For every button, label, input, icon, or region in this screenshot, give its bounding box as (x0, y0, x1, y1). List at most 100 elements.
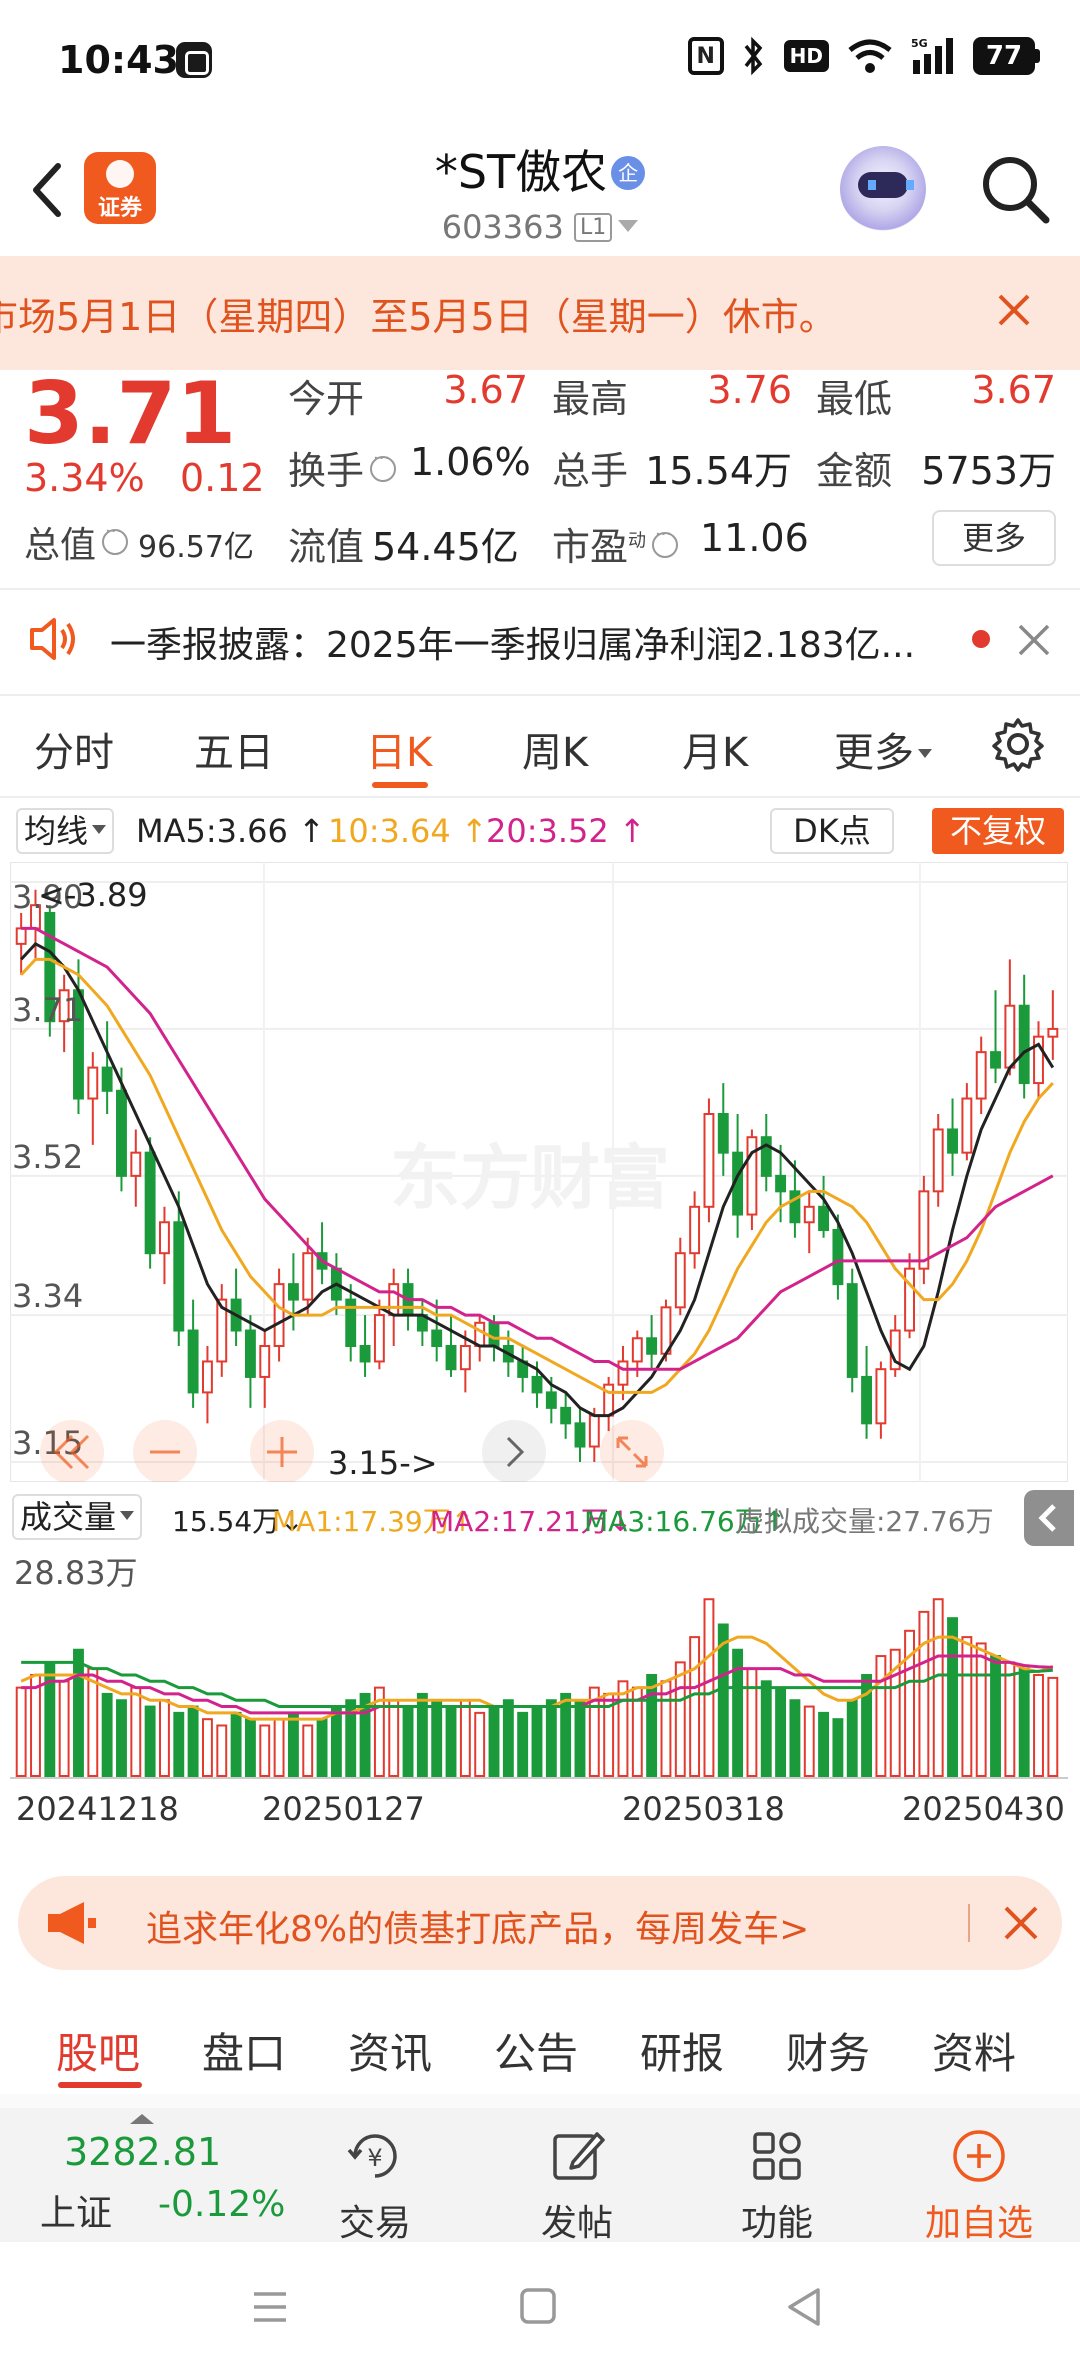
candle-body (244, 1329, 256, 1378)
tab-more[interactable]: 更多 (834, 720, 932, 778)
high-label: 最高 (552, 377, 629, 421)
level-tag: L1 (574, 213, 613, 242)
close-icon[interactable] (1016, 622, 1052, 658)
candle-body (545, 1391, 557, 1409)
volume-bar (201, 1718, 213, 1778)
promo-banner[interactable]: 追求年化8%的债基打底产品，每周发车> (18, 1876, 1062, 1970)
candle-body (187, 1329, 199, 1394)
volume-bar (15, 1686, 27, 1777)
chevron-down-icon (92, 825, 107, 834)
add-watchlist-button[interactable]: 加自选 (904, 2108, 1054, 2244)
close-icon[interactable] (994, 290, 1034, 330)
fullscreen-button[interactable] (600, 1420, 664, 1482)
trade-button[interactable]: ¥ 交易 (300, 2108, 450, 2244)
close-icon[interactable] (1002, 1904, 1040, 1942)
volume-bar (531, 1705, 543, 1777)
candle-body (302, 1252, 314, 1301)
volume-indicator-select[interactable]: 成交量 (12, 1494, 143, 1540)
status-bar: 10:43 N HD 5G 77 (0, 0, 1080, 120)
pe-label[interactable]: 市盈动 (552, 516, 679, 571)
announcement-bar[interactable]: 一季报披露：2025年一季报归属净利润2.183亿... (0, 590, 1080, 690)
volume-bar (330, 1705, 342, 1777)
tab-intraday[interactable]: 分时 (34, 720, 114, 778)
nfc-icon: N (687, 36, 724, 76)
candle-body (631, 1337, 643, 1363)
candle-body (560, 1406, 572, 1425)
candle-body (775, 1174, 787, 1193)
tab-order-book[interactable]: 盘口 (202, 2020, 286, 2081)
candle-body (588, 1414, 600, 1448)
volume-bar (101, 1692, 113, 1777)
volume-bar (502, 1699, 514, 1777)
index-value: 3282.81 (64, 2130, 222, 2174)
volume-bar (302, 1724, 314, 1778)
home-icon[interactable] (518, 2286, 558, 2326)
chevron-down-icon (918, 749, 932, 758)
watermark: 东方财富 (390, 1137, 670, 1219)
zoom-in-button[interactable] (250, 1420, 314, 1482)
add-circle-icon (953, 2130, 1005, 2182)
divider (968, 1904, 970, 1942)
dk-point-button[interactable]: DK点 (770, 808, 894, 854)
divider (0, 796, 1080, 798)
tab-five-day[interactable]: 五日 (194, 720, 274, 778)
scroll-left-button[interactable] (40, 1420, 104, 1482)
indicator-select[interactable]: 均线 (16, 808, 115, 854)
wifi-icon (847, 36, 893, 76)
volume-bar (216, 1724, 228, 1778)
volume-bar (818, 1711, 830, 1777)
candle-body (101, 1066, 113, 1092)
volume-bar (545, 1699, 557, 1777)
gear-icon[interactable] (990, 716, 1046, 772)
tab-research[interactable]: 研报 (640, 2020, 724, 2081)
total-market-value[interactable]: 总值96.57亿 (24, 516, 254, 568)
functions-button[interactable]: 功能 (702, 2108, 852, 2244)
volume-legend: 成交量 15.54万↓ MA1:17.39万↑ MA2:17.21万↓ MA3:… (0, 1490, 1080, 1546)
volume-bar (1033, 1673, 1044, 1777)
date-label: 20250318 (622, 1790, 785, 1828)
candle-body (259, 1345, 271, 1378)
candle-body (144, 1151, 156, 1255)
adjust-mode-button[interactable]: 不复权 (932, 808, 1064, 854)
volume-chart[interactable]: 28.83万 (10, 1550, 1068, 1780)
volume-bar (746, 1667, 758, 1777)
candle-body (904, 1267, 915, 1332)
volume-bar (402, 1705, 414, 1777)
volume-bar (58, 1680, 70, 1778)
candle-body (287, 1283, 299, 1301)
volume-bar (832, 1718, 844, 1778)
collapse-panel-button[interactable] (1024, 1490, 1074, 1546)
tab-guba[interactable]: 股吧 (56, 2020, 140, 2081)
tab-daily-k[interactable]: 日K (366, 720, 432, 778)
period-tabs: 分时 五日 日K 周K 月K 更多 (0, 700, 1080, 796)
more-quote-button[interactable]: 更多 (932, 510, 1056, 566)
tab-monthly-k[interactable]: 月K (682, 720, 748, 778)
back-nav-icon[interactable] (784, 2286, 824, 2328)
zoom-out-button[interactable] (133, 1420, 197, 1482)
robot-assistant-icon[interactable] (840, 146, 926, 232)
search-icon[interactable] (978, 152, 1052, 226)
tab-announcements[interactable]: 公告 (494, 2020, 578, 2081)
divider (0, 694, 1080, 696)
tab-news[interactable]: 资讯 (348, 2020, 432, 2081)
volume-bar (961, 1636, 973, 1777)
candlestick-chart[interactable]: 东方财富 3.903.713.523.343.15 <-3.89 3.15-> (10, 862, 1068, 1482)
pe-value: 11.06 (700, 516, 809, 560)
tab-finance[interactable]: 财务 (786, 2020, 870, 2081)
tab-profile[interactable]: 资料 (932, 2020, 1016, 2081)
post-button[interactable]: 发帖 (502, 2108, 652, 2244)
candle-body (990, 1051, 1001, 1069)
scroll-right-button[interactable] (482, 1420, 546, 1482)
notice-text: 市场5月1日（星期四）至5月5日（星期一）休市。 (0, 295, 837, 339)
volume-bar (259, 1724, 271, 1778)
candle-body (674, 1252, 686, 1309)
volume-bar (918, 1610, 930, 1777)
stock-header: 证券 *ST傲农企 603363 L1 (0, 130, 1080, 250)
candle-body (1018, 1004, 1030, 1085)
volume-bar (474, 1711, 486, 1777)
tab-weekly-k[interactable]: 周K (522, 720, 588, 778)
candle-body (1047, 1027, 1059, 1038)
menu-icon[interactable] (252, 2290, 288, 2324)
turnover-label[interactable]: 换手 (288, 440, 397, 495)
volume-bar (144, 1705, 156, 1777)
